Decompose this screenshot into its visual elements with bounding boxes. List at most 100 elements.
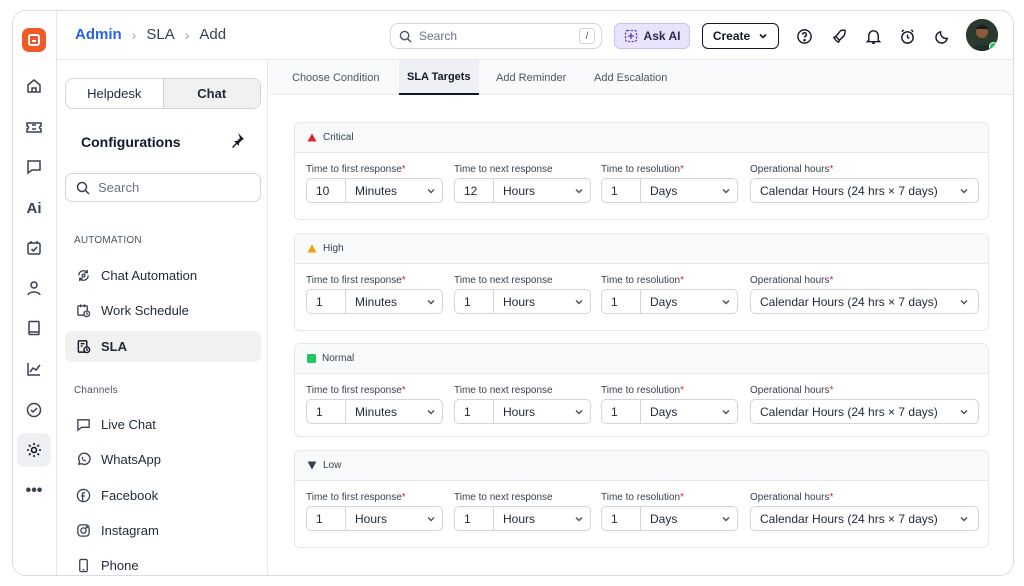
duration-value-input[interactable]: 1 — [602, 507, 641, 530]
duration-value-input[interactable]: 10 — [307, 179, 346, 202]
field-resolution: Time to resolution* 1 Days — [601, 164, 738, 203]
duration-unit-select[interactable]: Hours — [494, 405, 568, 419]
instagram-icon — [75, 523, 91, 539]
field-label: Operational hours* — [750, 164, 833, 175]
more-icon[interactable]: ••• — [17, 474, 51, 508]
next-duration-input: 1 Hours — [454, 399, 591, 424]
duration-value-input[interactable]: 1 — [307, 507, 346, 530]
chevron-down-icon[interactable] — [715, 407, 737, 417]
breadcrumb-admin[interactable]: Admin — [75, 26, 122, 43]
triangle-up-icon — [307, 133, 317, 142]
duration-value-input[interactable]: 1 — [455, 400, 494, 423]
pin-icon[interactable] — [229, 132, 245, 153]
help-icon[interactable] — [794, 26, 814, 46]
global-search-input[interactable]: Search / — [390, 23, 602, 49]
duration-unit-select[interactable]: Hours — [346, 512, 420, 526]
breadcrumb-sla[interactable]: SLA — [146, 26, 174, 43]
chat-icon[interactable] — [17, 150, 51, 184]
duration-unit-select[interactable]: Hours — [494, 512, 568, 526]
module-switch: Helpdesk Chat — [65, 78, 261, 109]
chevron-down-icon[interactable] — [715, 514, 737, 524]
field-label: Time to next response — [454, 164, 553, 175]
create-button[interactable]: Create — [702, 23, 779, 49]
sidebar-search-input[interactable]: Search — [65, 173, 261, 202]
operational-hours-select[interactable]: Calendar Hours (24 hrs × 7 days) — [750, 178, 979, 203]
chevron-down-icon[interactable] — [715, 186, 737, 196]
tab-choose-condition[interactable]: Choose Condition — [284, 60, 387, 95]
chevron-down-icon[interactable] — [568, 186, 590, 196]
sidebar-item-instagram[interactable]: Instagram — [65, 515, 261, 546]
triangle-down-icon — [307, 461, 317, 470]
operational-hours-select[interactable]: Calendar Hours (24 hrs × 7 days) — [750, 506, 979, 531]
field-next: Time to next response 1 Hours — [454, 385, 591, 424]
duration-value-input[interactable]: 1 — [455, 290, 494, 313]
segment-helpdesk[interactable]: Helpdesk — [66, 79, 163, 108]
duration-value-input[interactable]: 1 — [307, 400, 346, 423]
reports-icon[interactable] — [17, 352, 51, 386]
duration-unit-select[interactable]: Days — [641, 405, 715, 419]
whatsapp-icon — [75, 452, 91, 468]
field-label-text: Time to next response — [454, 492, 553, 503]
tab-sla-targets[interactable]: SLA Targets — [399, 60, 479, 95]
ticket-icon[interactable] — [17, 110, 51, 144]
home-icon[interactable] — [17, 69, 51, 103]
sidebar-item-work-schedule[interactable]: Work Schedule — [65, 295, 261, 326]
field-first: Time to first response* 1 Minutes — [306, 385, 443, 424]
duration-unit-select[interactable]: Hours — [494, 184, 568, 198]
chevron-down-icon[interactable] — [420, 186, 442, 196]
operational-hours-select[interactable]: Calendar Hours (24 hrs × 7 days) — [750, 399, 979, 424]
chevron-down-icon[interactable] — [568, 514, 590, 524]
duration-unit-select[interactable]: Days — [641, 295, 715, 309]
duration-unit-select[interactable]: Days — [641, 184, 715, 198]
task-calendar-icon[interactable] — [17, 231, 51, 265]
duration-value-input[interactable]: 1 — [602, 179, 641, 202]
first-duration-input: 1 Hours — [306, 506, 443, 531]
duration-value-input[interactable]: 1 — [602, 290, 641, 313]
sidebar-item-phone[interactable]: Phone — [65, 550, 261, 575]
app-logo-icon[interactable] — [22, 28, 46, 52]
sidebar-item-label: WhatsApp — [101, 452, 161, 467]
tab-add-reminder[interactable]: Add Reminder — [488, 60, 574, 95]
calendar-clock-icon — [75, 303, 91, 319]
operational-hours-select[interactable]: Calendar Hours (24 hrs × 7 days) — [750, 289, 979, 314]
ai-icon[interactable]: Ai — [17, 191, 51, 225]
duration-unit-select[interactable]: Minutes — [346, 295, 420, 309]
contacts-icon[interactable] — [17, 271, 51, 305]
duration-unit-select[interactable]: Hours — [494, 295, 568, 309]
settings-icon[interactable] — [17, 433, 51, 467]
duration-unit-select[interactable]: Minutes — [346, 184, 420, 198]
ask-ai-button[interactable]: Ask AI — [614, 23, 690, 49]
duration-value-input[interactable]: 1 — [455, 507, 494, 530]
chevron-down-icon[interactable] — [420, 297, 442, 307]
sidebar-item-facebook[interactable]: Facebook — [65, 480, 261, 511]
chevron-down-icon[interactable] — [568, 407, 590, 417]
chevron-down-icon[interactable] — [420, 407, 442, 417]
sparkle-icon — [624, 29, 637, 43]
operational-hours-value: Calendar Hours (24 hrs × 7 days) — [760, 404, 938, 419]
knowledge-base-icon[interactable] — [17, 311, 51, 345]
notification-bell-icon[interactable] — [863, 26, 883, 46]
user-avatar[interactable] — [966, 19, 998, 51]
field-label-text: Time to resolution — [601, 275, 681, 286]
sidebar-item-whatsapp[interactable]: WhatsApp — [65, 444, 261, 475]
sidebar-item-chat-automation[interactable]: Chat Automation — [65, 260, 261, 291]
priority-card-low: Low Time to first response* 1 Hours Time… — [294, 450, 989, 548]
sidebar-item-live-chat[interactable]: Live Chat — [65, 409, 261, 440]
duration-value-input[interactable]: 1 — [307, 290, 346, 313]
segment-chat[interactable]: Chat — [162, 79, 260, 108]
chevron-down-icon[interactable] — [568, 297, 590, 307]
duration-unit-select[interactable]: Minutes — [346, 405, 420, 419]
duration-value-input[interactable]: 12 — [455, 179, 494, 202]
rocket-icon[interactable] — [829, 26, 849, 46]
operational-hours-value: Calendar Hours (24 hrs × 7 days) — [760, 183, 938, 198]
alarm-clock-icon[interactable] — [897, 26, 917, 46]
field-next: Time to next response 12 Hours — [454, 164, 591, 203]
approvals-icon[interactable] — [17, 393, 51, 427]
sidebar-item-sla[interactable]: SLA — [65, 331, 261, 362]
tab-add-escalation[interactable]: Add Escalation — [586, 60, 675, 95]
dark-mode-moon-icon[interactable] — [932, 26, 952, 46]
chevron-down-icon[interactable] — [715, 297, 737, 307]
duration-unit-select[interactable]: Days — [641, 512, 715, 526]
duration-value-input[interactable]: 1 — [602, 400, 641, 423]
chevron-down-icon[interactable] — [420, 514, 442, 524]
